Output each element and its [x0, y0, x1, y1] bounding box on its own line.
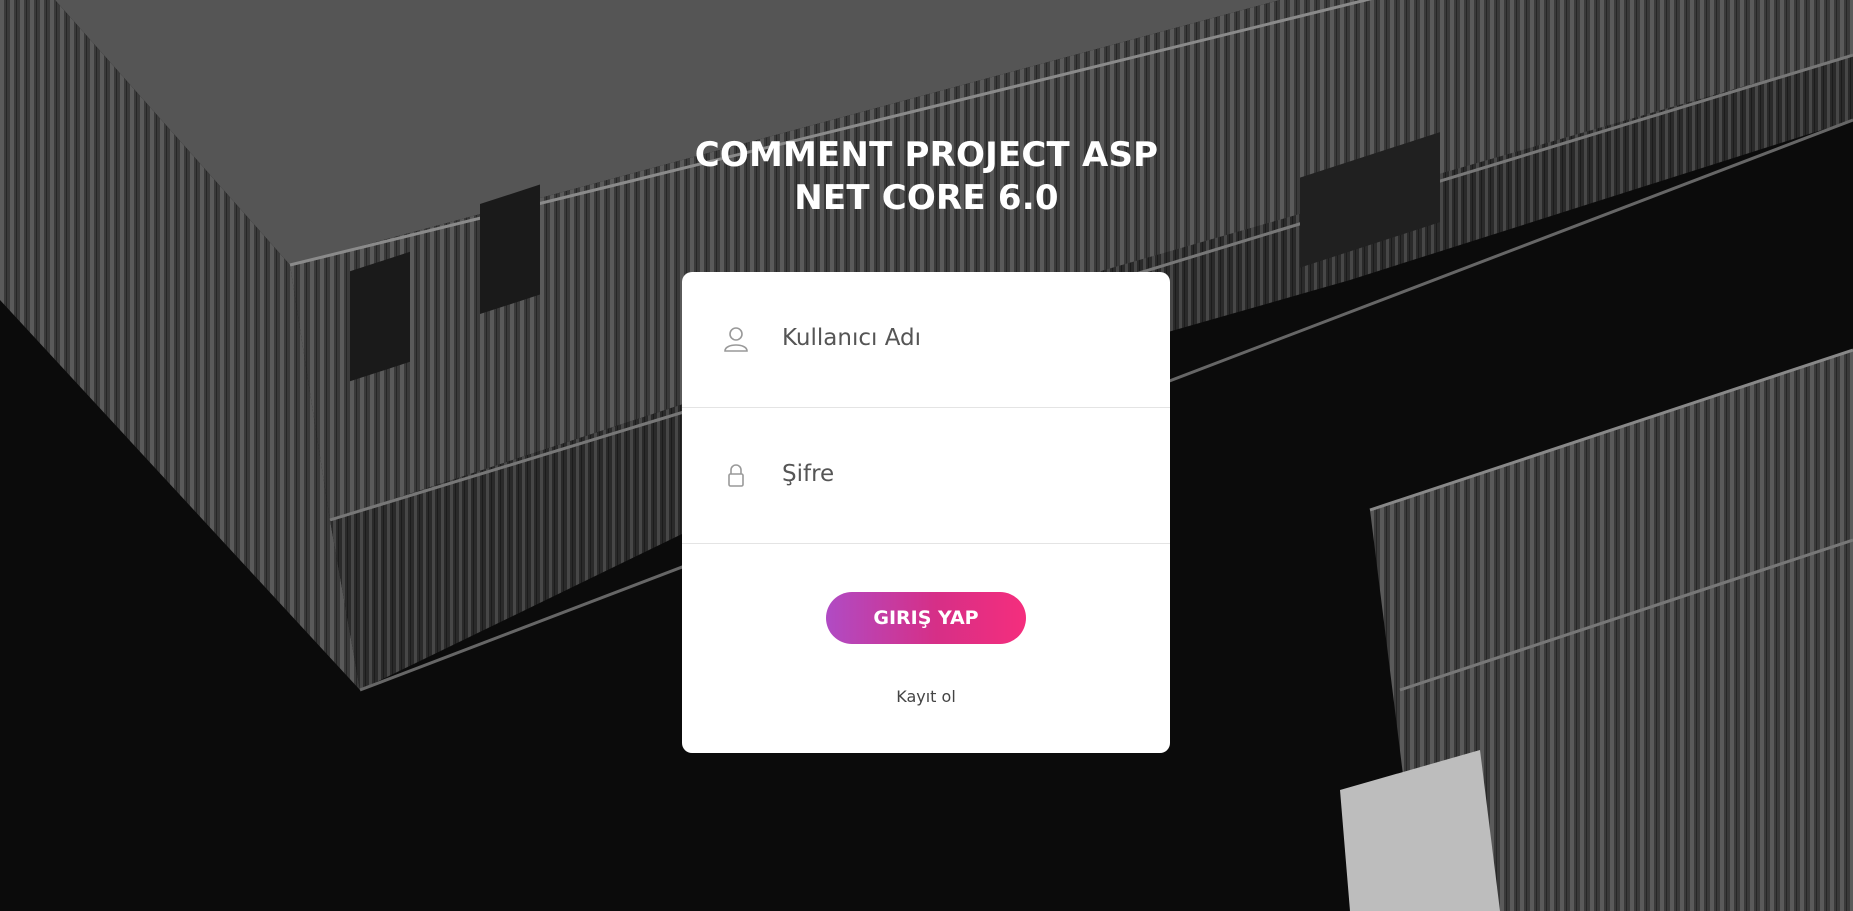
- register-link[interactable]: Kayıt ol: [682, 687, 1170, 706]
- username-input[interactable]: [782, 318, 1142, 358]
- username-field: [682, 272, 1170, 408]
- page-title: COMMENT PROJECT ASP NET CORE 6.0: [0, 134, 1853, 220]
- lock-icon: [728, 464, 744, 487]
- login-card: GIRIŞ YAP Kayıt ol: [682, 272, 1170, 753]
- page-title-line-1: COMMENT PROJECT ASP: [694, 135, 1159, 175]
- password-field: [682, 408, 1170, 544]
- login-button[interactable]: GIRIŞ YAP: [826, 592, 1026, 644]
- page-title-line-2: NET CORE 6.0: [794, 178, 1059, 218]
- password-input[interactable]: [782, 454, 1142, 494]
- user-icon: [724, 327, 748, 352]
